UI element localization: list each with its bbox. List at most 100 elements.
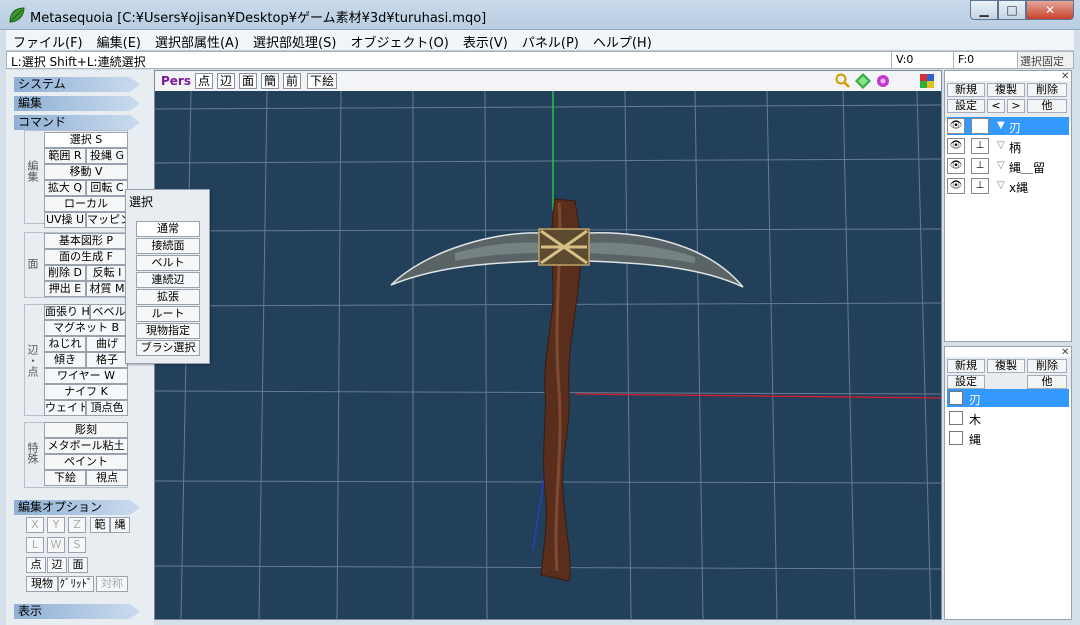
delete-face-button[interactable]: 削除 D xyxy=(44,265,86,281)
knife-button[interactable]: ナイフ K xyxy=(44,384,128,400)
current-object-toggle[interactable]: 現物 xyxy=(26,576,58,592)
axis-z-toggle[interactable]: Z xyxy=(68,517,86,533)
lasso-button[interactable]: 投縄 G xyxy=(86,148,128,164)
select-mode-belt[interactable]: ベルト xyxy=(136,255,200,271)
option-range-toggle[interactable]: 範 xyxy=(90,517,110,533)
view-edge-button[interactable]: 辺 xyxy=(217,73,235,89)
material-copy-button[interactable]: 複製 xyxy=(987,359,1025,373)
section-command[interactable]: コマンド xyxy=(14,115,140,130)
object-settings-button[interactable]: 設定 xyxy=(947,99,985,113)
underlay-button[interactable]: 下絵 xyxy=(44,470,86,486)
lock-icon[interactable]: ⊥ xyxy=(971,178,989,194)
select-button[interactable]: 選択 S xyxy=(44,132,128,148)
target-face-toggle[interactable]: 面 xyxy=(68,557,88,573)
section-edit-options[interactable]: 編集オプション xyxy=(14,500,140,515)
viewpoint-button[interactable]: 視点 xyxy=(86,470,128,486)
uv-button[interactable]: UV操 U xyxy=(44,212,86,228)
selection-lock-button[interactable]: 選択固定 xyxy=(1017,52,1073,68)
material-row-rope[interactable]: 縄 xyxy=(947,429,1069,447)
option-w-toggle[interactable]: W xyxy=(47,537,65,553)
menu-view[interactable]: 表示(V) xyxy=(456,30,515,51)
material-other-button[interactable]: 他 xyxy=(1027,375,1067,389)
material-delete-button[interactable]: 削除 xyxy=(1027,359,1067,373)
section-edit[interactable]: 編集 xyxy=(14,96,140,111)
visibility-eye-icon[interactable]: 👁 xyxy=(947,118,965,134)
projection-label[interactable]: Pers xyxy=(161,74,191,88)
expand-triangle-icon[interactable]: ▼ xyxy=(997,120,1005,131)
axis-y-toggle[interactable]: Y xyxy=(47,517,65,533)
visibility-eye-icon[interactable]: 👁 xyxy=(947,178,965,194)
rotate-button[interactable]: 回転 C xyxy=(86,180,128,196)
expand-triangle-icon[interactable]: ▽ xyxy=(997,160,1005,171)
bevel-button[interactable]: ベベル xyxy=(90,304,128,320)
view-simple-button[interactable]: 簡 xyxy=(261,73,279,89)
section-display[interactable]: 表示 xyxy=(14,604,140,619)
material-row-wood[interactable]: 木 xyxy=(947,409,1069,427)
object-move-down-button[interactable]: > xyxy=(1007,99,1025,113)
option-lasso-toggle[interactable]: 縄 xyxy=(110,517,130,533)
primitive-button[interactable]: 基本図形 P xyxy=(44,233,128,249)
lock-icon[interactable]: ⊥ xyxy=(971,138,989,154)
menu-panel[interactable]: パネル(P) xyxy=(515,30,586,51)
close-button[interactable]: ✕ xyxy=(1026,0,1074,20)
bend-button[interactable]: 曲げ xyxy=(86,336,128,352)
mapping-button[interactable]: マッピング xyxy=(86,212,128,228)
view-face-button[interactable]: 面 xyxy=(239,73,257,89)
menu-edit[interactable]: 編集(E) xyxy=(90,30,148,51)
select-mode-route[interactable]: ルート xyxy=(136,306,200,322)
menu-file[interactable]: ファイル(F) xyxy=(6,30,90,51)
object-row-x-rope[interactable]: 👁 ⊥ ▽ x縄 xyxy=(947,177,1069,195)
flip-button[interactable]: 反転 I xyxy=(86,265,128,281)
wire-button[interactable]: ワイヤー W xyxy=(44,368,128,384)
select-mode-edge-loop[interactable]: 連続辺 xyxy=(136,272,200,288)
expand-triangle-icon[interactable]: ▽ xyxy=(997,180,1005,191)
select-mode-normal[interactable]: 通常 xyxy=(136,221,200,237)
object-move-up-button[interactable]: < xyxy=(987,99,1005,113)
paint-button[interactable]: ペイント xyxy=(44,454,128,470)
target-edge-toggle[interactable]: 辺 xyxy=(47,557,67,573)
scene-canvas[interactable] xyxy=(155,91,941,619)
material-row-blade[interactable]: 刃 xyxy=(947,389,1069,407)
sculpt-button[interactable]: 彫刻 xyxy=(44,422,128,438)
option-s-toggle[interactable]: S xyxy=(68,537,86,553)
select-mode-expand[interactable]: 拡張 xyxy=(136,289,200,305)
object-other-button[interactable]: 他 xyxy=(1027,99,1067,113)
object-new-button[interactable]: 新規 xyxy=(947,83,985,97)
vertex-color-button[interactable]: 頂点色 xyxy=(86,400,128,416)
select-mode-brush[interactable]: ブラシ選択 xyxy=(136,340,200,356)
zoom-icon[interactable] xyxy=(835,73,851,89)
grid-toggle[interactable]: ｸﾞﾘｯﾄﾞ xyxy=(58,576,94,592)
object-copy-button[interactable]: 複製 xyxy=(987,83,1025,97)
weight-button[interactable]: ウェイト xyxy=(44,400,86,416)
minimize-button[interactable]: ▁ xyxy=(970,0,998,20)
rotate-view-icon[interactable] xyxy=(875,73,891,89)
object-row-rope-fixed[interactable]: 👁 ⊥ ▽ 縄＿留 xyxy=(947,157,1069,175)
select-mode-current-object[interactable]: 現物指定 xyxy=(136,323,200,339)
face-fill-button[interactable]: 面張り H xyxy=(44,304,90,320)
3d-viewport[interactable]: Pers 点 辺 面 簡 前 下絵 xyxy=(154,70,942,620)
visibility-eye-icon[interactable]: 👁 xyxy=(947,138,965,154)
object-row-blade[interactable]: 👁 ▼ 刃 xyxy=(947,117,1069,135)
maximize-button[interactable]: □ xyxy=(998,0,1026,20)
object-delete-button[interactable]: 削除 xyxy=(1027,83,1067,97)
twist-button[interactable]: ねじれ xyxy=(44,336,86,352)
menu-object[interactable]: オブジェクト(O) xyxy=(343,30,455,51)
material-new-button[interactable]: 新規 xyxy=(947,359,985,373)
magnet-button[interactable]: マグネット B xyxy=(44,320,128,336)
expand-triangle-icon[interactable]: ▽ xyxy=(997,140,1005,151)
visibility-eye-icon[interactable]: 👁 xyxy=(947,158,965,174)
symmetry-toggle[interactable]: 対称 xyxy=(96,576,128,592)
tilt-button[interactable]: 傾き xyxy=(44,352,86,368)
scale-button[interactable]: 拡大 Q xyxy=(44,180,86,196)
view-underlay-button[interactable]: 下絵 xyxy=(307,73,337,89)
axis-x-toggle[interactable]: X xyxy=(26,517,44,533)
menu-selection-process[interactable]: 選択部処理(S) xyxy=(246,30,343,51)
material-button[interactable]: 材質 M xyxy=(86,281,128,297)
view-front-button[interactable]: 前 xyxy=(283,73,301,89)
move-button[interactable]: 移動 V xyxy=(44,164,128,180)
metaball-button[interactable]: メタボール粘土 xyxy=(44,438,128,454)
select-mode-connected-face[interactable]: 接続面 xyxy=(136,238,200,254)
menu-help[interactable]: ヘルプ(H) xyxy=(586,30,659,51)
option-l-toggle[interactable]: L xyxy=(26,537,44,553)
lock-icon[interactable] xyxy=(971,118,989,134)
